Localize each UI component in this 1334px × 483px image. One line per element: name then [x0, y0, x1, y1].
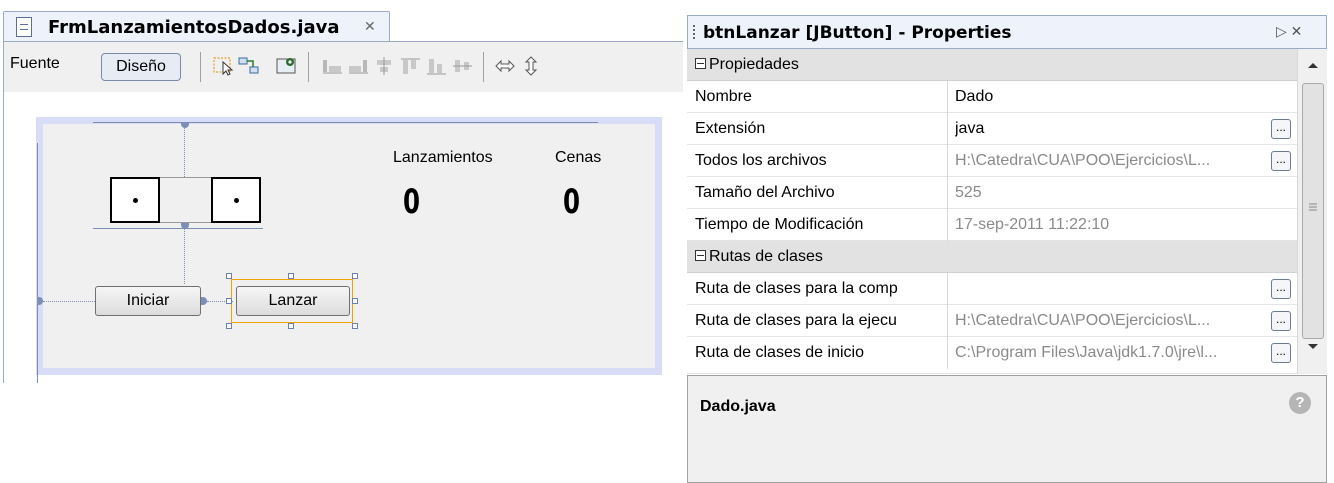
scroll-up-icon[interactable] [1307, 61, 1319, 69]
resize-handle[interactable] [226, 323, 232, 329]
property-name: Ruta de clases para la ejecu [695, 312, 897, 329]
resize-handle[interactable] [288, 273, 294, 279]
source-view-button[interactable]: Fuente [10, 55, 60, 73]
align-left-icon[interactable] [322, 56, 344, 76]
property-row[interactable]: Tiempo de Modificación 17-sep-2011 11:22… [687, 209, 1297, 241]
property-value[interactable]: java [955, 120, 1265, 138]
property-name: Nombre [695, 88, 752, 105]
resize-handle[interactable] [288, 323, 294, 329]
property-value: 525 [955, 184, 982, 201]
dinners-count: 0 [563, 182, 581, 222]
resize-handle[interactable] [352, 273, 358, 279]
resize-handle[interactable] [226, 298, 232, 304]
minimize-icon[interactable]: ▷ ✕ [1276, 23, 1302, 40]
start-button[interactable]: Iniciar [95, 286, 201, 316]
toolbar-separator [200, 52, 201, 82]
grip-icon [1309, 203, 1317, 211]
property-row[interactable]: Extensión java ... [687, 113, 1297, 145]
ellipsis-button[interactable]: ... [1271, 311, 1291, 331]
property-name: Ruta de clases para la comp [695, 280, 898, 297]
layout-guide [93, 122, 598, 123]
die-left [110, 177, 160, 223]
collapse-icon[interactable] [695, 58, 706, 69]
property-value: H:\Catedra\CUA\POO\Ejercicios\L... [955, 152, 1211, 169]
java-file-icon [16, 17, 32, 37]
help-icon[interactable]: ? [1289, 392, 1311, 414]
property-name: Todos los archivos [695, 152, 827, 169]
layout-guide [184, 128, 185, 177]
center-horizontally-icon[interactable] [374, 56, 396, 76]
toolbar-separator [308, 52, 309, 82]
property-name: Extensión [695, 120, 766, 137]
property-row[interactable]: Tamaño del Archivo 525 [687, 177, 1297, 209]
selection-mode-icon[interactable] [213, 56, 235, 76]
collapse-icon[interactable] [695, 250, 706, 261]
property-value[interactable]: Dado [955, 88, 1265, 106]
property-row[interactable]: Ruta de clases de inicio C:\Program File… [687, 337, 1297, 374]
form-editor-panel: FrmLanzamientosDados.java ✕ Fuente Diseñ… [0, 0, 683, 483]
align-top-icon[interactable] [400, 56, 422, 76]
editor-tab[interactable]: FrmLanzamientosDados.java ✕ [3, 11, 390, 42]
editor-toolbar: Fuente Diseño [3, 42, 683, 92]
property-row[interactable]: Ruta de clases para la ejecu H:\Catedra\… [687, 305, 1297, 337]
die-gap [160, 177, 211, 223]
layout-guide [43, 301, 95, 302]
launch-button[interactable]: Lanzar [236, 286, 350, 316]
layout-guide [37, 143, 38, 383]
scroll-down-icon[interactable] [1307, 343, 1319, 351]
scrollbar-thumb[interactable] [1302, 83, 1324, 339]
resize-handle[interactable] [352, 298, 358, 304]
property-value: H:\Catedra\CUA\POO\Ejercicios\L... [955, 312, 1211, 329]
property-value: 17-sep-2011 11:22:10 [955, 216, 1110, 233]
ellipsis-button[interactable]: ... [1271, 119, 1291, 139]
layout-guide [184, 228, 185, 284]
ellipsis-button[interactable]: ... [1271, 343, 1291, 363]
properties-title: btnLanzar [JButton] - Properties [703, 23, 1012, 43]
drag-grip-icon[interactable] [693, 25, 698, 39]
resize-vertical-icon[interactable] [524, 56, 538, 76]
category-label: Rutas de clases [709, 248, 823, 265]
resize-horizontal-icon[interactable] [494, 56, 516, 76]
toolbar-separator [483, 52, 484, 82]
category-label: Propiedades [709, 56, 799, 73]
preview-design-icon[interactable] [276, 56, 298, 76]
die-pip [133, 198, 138, 203]
property-name: Ruta de clases de inicio [695, 344, 864, 361]
description-area: Dado.java ? [687, 375, 1327, 483]
property-row[interactable]: Ruta de clases para la comp ... [687, 273, 1297, 305]
property-row[interactable]: Nombre Dado [687, 81, 1297, 113]
launches-label: Lanzamientos [393, 149, 493, 166]
properties-panel: btnLanzar [JButton] - Properties ▷ ✕ Pro… [687, 0, 1334, 483]
align-bottom-icon[interactable] [426, 56, 448, 76]
resize-handle[interactable] [226, 273, 232, 279]
ellipsis-button[interactable]: ... [1271, 151, 1291, 171]
property-value: C:\Program Files\Java\jdk1.7.0\jre\l... [955, 344, 1218, 361]
category-properties[interactable]: Propiedades [687, 49, 1297, 81]
launches-count: 0 [403, 182, 421, 222]
properties-titlebar: btnLanzar [JButton] - Properties ▷ ✕ [687, 15, 1327, 49]
align-right-icon[interactable] [348, 56, 370, 76]
editor-tab-title: FrmLanzamientosDados.java [48, 17, 340, 38]
die-pip [234, 198, 239, 203]
property-name: Tiempo de Modificación [695, 216, 864, 233]
resize-handle[interactable] [352, 323, 358, 329]
center-vertically-icon[interactable] [452, 56, 474, 76]
connection-mode-icon[interactable] [238, 56, 260, 76]
close-tab-icon[interactable]: ✕ [364, 18, 376, 35]
layout-guide [93, 228, 263, 229]
ellipsis-button[interactable]: ... [1271, 279, 1291, 299]
dinners-label: Cenas [555, 149, 602, 166]
description-title: Dado.java [700, 398, 776, 415]
category-classpaths[interactable]: Rutas de clases [687, 241, 1297, 273]
vertical-scrollbar[interactable] [1297, 49, 1327, 374]
design-view-button[interactable]: Diseño [101, 53, 181, 81]
die-right [211, 177, 261, 223]
property-name: Tamaño del Archivo [695, 184, 835, 201]
property-row[interactable]: Todos los archivos H:\Catedra\CUA\POO\Ej… [687, 145, 1297, 177]
